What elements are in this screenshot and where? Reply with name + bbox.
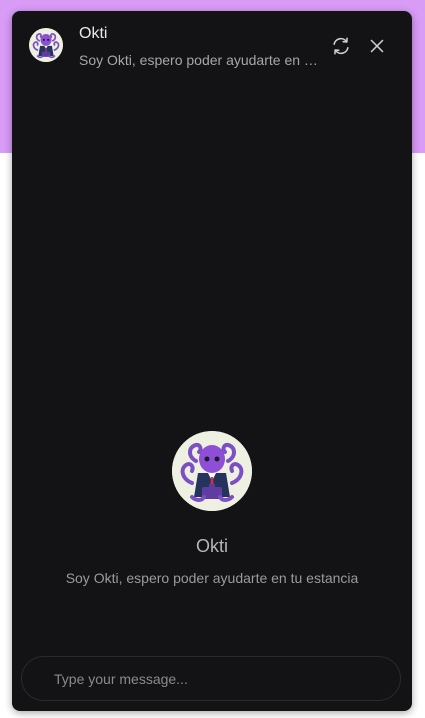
refresh-icon — [333, 37, 349, 55]
refresh-button[interactable] — [330, 35, 352, 57]
bot-name: Okti — [195, 536, 228, 556]
chat-window: Okti Soy Okti, espero poder ayudarte en … — [12, 11, 412, 711]
chat-subtitle: Soy Okti, espero poder ayudarte en tu es… — [79, 52, 319, 68]
octopus-businessman-icon — [172, 431, 252, 511]
chat-header: Okti Soy Okti, espero poder ayudarte en … — [12, 11, 412, 81]
octopus-businessman-icon — [29, 28, 63, 62]
close-icon — [370, 39, 384, 53]
bot-avatar — [172, 431, 252, 511]
message-input[interactable] — [54, 657, 374, 700]
welcome-section: Okti Soy Okti, espero poder ayudarte en … — [12, 431, 412, 586]
bot-description: Soy Okti, espero poder ayudarte en tu es… — [65, 570, 359, 586]
message-composer — [21, 656, 401, 701]
octopus-avatar-icon — [29, 28, 63, 62]
chat-title: Okti — [79, 25, 108, 42]
close-button[interactable] — [366, 35, 388, 57]
